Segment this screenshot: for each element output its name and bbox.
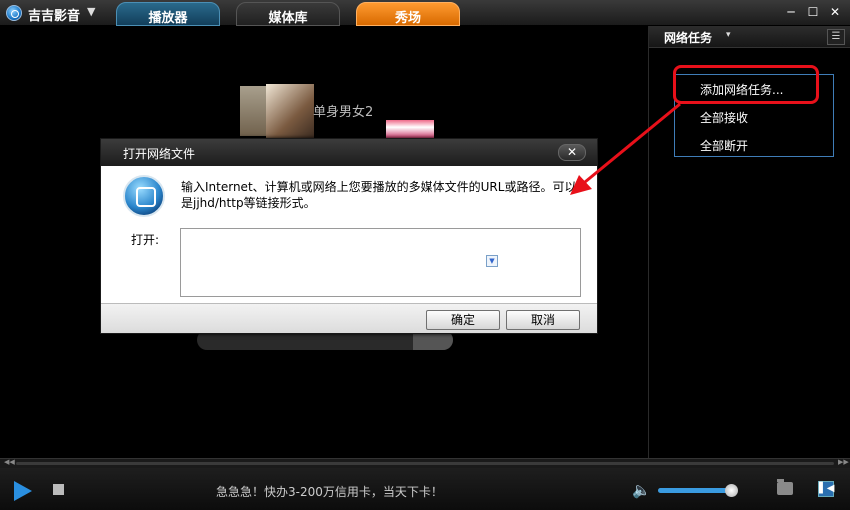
media-globe-icon	[123, 175, 165, 217]
dialog-footer: 确定 取消	[101, 303, 597, 333]
toggle-sidebar-icon[interactable]: ▌◀	[818, 481, 834, 497]
menu-item-receive-all[interactable]: 全部接收	[700, 109, 748, 126]
open-label: 打开:	[131, 233, 160, 247]
app-menu-icon[interactable]: ▼	[87, 5, 95, 18]
menu-item-disconnect-all[interactable]: 全部断开	[700, 137, 748, 154]
cancel-button[interactable]: 取消	[506, 310, 580, 330]
url-input[interactable]	[180, 228, 581, 297]
seek-forward-icon[interactable]: ▶▶	[838, 458, 849, 466]
app-logo-icon	[6, 5, 22, 21]
dialog-message: 输入Internet、计算机或网络上您要播放的多媒体文件的URL或路径。可以是j…	[181, 180, 577, 210]
dialog-close-icon[interactable]: ✕	[558, 144, 586, 161]
tab-show[interactable]: 秀场	[356, 2, 460, 26]
tab-media-library[interactable]: 媒体库	[236, 2, 340, 26]
dialog-title: 打开网络文件	[123, 147, 196, 161]
maximize-icon[interactable]: ☐	[804, 4, 822, 21]
movie-thumbnail[interactable]	[240, 86, 268, 136]
movie-thumbnail[interactable]	[386, 120, 434, 138]
title-bar: 吉吉影音 ▼ 播放器 媒体库 秀场 ─ ☐ ✕	[0, 0, 850, 26]
seek-back-icon[interactable]: ◀◀	[4, 458, 15, 466]
volume-slider[interactable]	[658, 484, 738, 497]
volume-knob[interactable]	[724, 484, 738, 497]
side-panel-header: 网络任务 ▾ ☰	[649, 26, 850, 48]
volume-level	[658, 488, 732, 493]
movie-thumbnail[interactable]	[266, 84, 314, 139]
volume-icon[interactable]: 🔈	[632, 481, 652, 499]
minimize-icon[interactable]: ─	[782, 4, 800, 21]
dialog-header: 打开网络文件 ✕	[101, 139, 597, 166]
seek-track[interactable]	[16, 462, 834, 465]
stop-icon[interactable]	[53, 484, 64, 495]
chevron-down-icon[interactable]: ▾	[726, 30, 731, 40]
ad-text[interactable]: 急急急！快办3-200万信用卡，当天下卡！	[216, 483, 443, 500]
folder-icon[interactable]	[777, 479, 793, 495]
seek-bar[interactable]: ◀◀ ▶▶	[0, 458, 850, 468]
open-network-file-dialog: 打开网络文件 ✕ 输入Internet、计算机或网络上您要播放的多媒体文件的UR…	[100, 138, 598, 334]
chevron-down-icon[interactable]: ▼	[486, 255, 498, 267]
tab-player[interactable]: 播放器	[116, 2, 220, 26]
ok-button[interactable]: 确定	[426, 310, 500, 330]
close-window-icon[interactable]: ✕	[826, 4, 844, 21]
list-menu-icon[interactable]: ☰	[827, 29, 845, 45]
network-tasks-title[interactable]: 网络任务	[664, 29, 712, 46]
movie-title[interactable]: 单身男女2	[313, 101, 373, 120]
play-icon[interactable]	[14, 481, 32, 501]
annotation-highlight-box	[673, 65, 819, 104]
app-title: 吉吉影音	[28, 9, 81, 24]
control-bar: 急急急！快办3-200万信用卡，当天下卡！ 🔈 ▌◀	[0, 468, 850, 510]
